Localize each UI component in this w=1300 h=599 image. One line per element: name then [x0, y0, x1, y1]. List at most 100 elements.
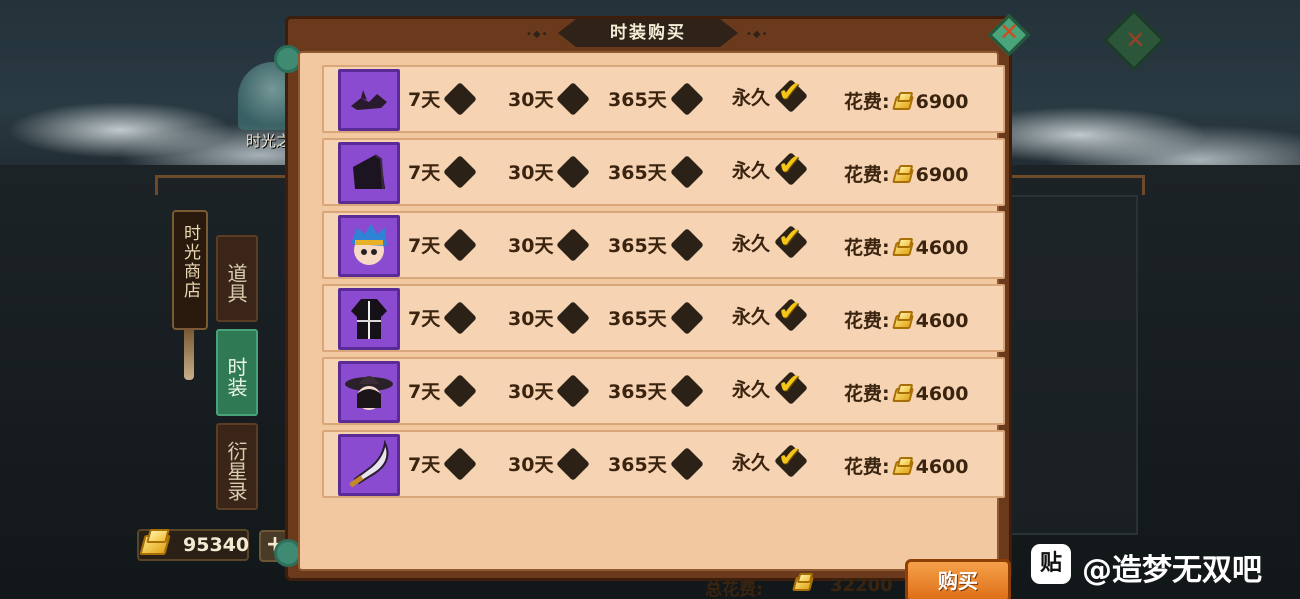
tieba-logo-icon: 贴 — [1031, 544, 1071, 584]
unchecked-diamond-icon — [556, 154, 591, 189]
checked-icon: ✔ — [774, 440, 808, 478]
option-365-days[interactable]: 365天 — [608, 373, 704, 408]
gold-ticket-icon — [891, 383, 914, 406]
option-label: 365天 — [608, 454, 667, 476]
option-365-days[interactable]: 365天 — [608, 154, 704, 189]
unchecked-diamond-icon — [669, 300, 704, 335]
option-label: 30天 — [508, 381, 554, 403]
option-365-days[interactable]: 365天 — [608, 446, 704, 481]
tab-fashion[interactable]: 时装 — [216, 329, 258, 416]
cost-value: 6900 — [915, 91, 969, 113]
total-cost-label: 总花费: — [705, 580, 763, 599]
option-7-days[interactable]: 7天 — [408, 446, 478, 481]
background-shelf-right — [1005, 175, 1145, 195]
unchecked-diamond-icon — [669, 154, 704, 189]
option-7-days[interactable]: 7天 — [408, 154, 478, 189]
gold-ticket-icon — [891, 310, 914, 333]
cost-value: 4600 — [915, 310, 969, 332]
option-label: 365天 — [608, 308, 667, 330]
option-30-days[interactable]: 30天 — [508, 300, 591, 335]
option-365-days[interactable]: 365天 — [608, 81, 704, 116]
option-label: 365天 — [608, 162, 667, 184]
option-label: 30天 — [508, 454, 554, 476]
option-label: 365天 — [608, 89, 667, 111]
unchecked-diamond-icon — [556, 446, 591, 481]
option-permanent[interactable]: 永久 ✔ — [732, 221, 808, 259]
dialog-content: 7天 30天 365天 永久 ✔ 花费: 6900 7天 30天 365天 永久 ✔ … — [298, 51, 1011, 599]
option-7-days[interactable]: 7天 — [408, 373, 478, 408]
checked-icon: ✔ — [774, 148, 808, 186]
buy-button[interactable]: 购买 — [905, 559, 1011, 599]
unchecked-diamond-icon — [556, 300, 591, 335]
option-7-days[interactable]: 7天 — [408, 227, 478, 262]
option-7-days[interactable]: 7天 — [408, 81, 478, 116]
option-label: 30天 — [508, 235, 554, 257]
tassel-decoration — [184, 330, 194, 380]
item-row: 7天 30天 365天 永久 ✔ 花费: 6900 — [322, 138, 1005, 206]
checked-icon: ✔ — [774, 294, 808, 332]
unchecked-diamond-icon — [556, 81, 591, 116]
option-30-days[interactable]: 30天 — [508, 446, 591, 481]
black-robe-icon[interactable] — [338, 288, 400, 350]
item-cost: 花费: 4600 — [844, 379, 969, 406]
option-permanent[interactable]: 永久 ✔ — [732, 294, 808, 332]
close-icon: ✕ — [998, 18, 1020, 46]
unchecked-diamond-icon — [443, 227, 478, 262]
dialog-title: 时装购买 — [610, 23, 686, 43]
dialog-footer: 总花费: 32200 购买 — [310, 555, 1011, 599]
option-365-days[interactable]: 365天 — [608, 300, 704, 335]
straw-hat-head-icon[interactable] — [338, 361, 400, 423]
saber-weapon-icon[interactable] — [338, 434, 400, 496]
ship-item-icon[interactable] — [338, 69, 400, 131]
unchecked-diamond-icon — [443, 300, 478, 335]
cost-label: 花费: — [844, 164, 890, 186]
gold-ticket-icon — [891, 237, 914, 260]
item-cost: 花费: 4600 — [844, 306, 969, 333]
unchecked-diamond-icon — [669, 227, 704, 262]
cloak-item-icon[interactable] — [338, 142, 400, 204]
option-permanent[interactable]: 永久 ✔ — [732, 148, 808, 186]
option-30-days[interactable]: 30天 — [508, 373, 591, 408]
option-365-days[interactable]: 365天 — [608, 227, 704, 262]
cost-value: 4600 — [915, 383, 969, 405]
option-30-days[interactable]: 30天 — [508, 154, 591, 189]
gold-ticket-icon — [891, 91, 914, 114]
option-7-days[interactable]: 7天 — [408, 300, 478, 335]
title-ornament: •◆• — [526, 29, 549, 40]
cost-value: 4600 — [915, 456, 969, 478]
background-shelf-left — [155, 175, 295, 195]
unchecked-diamond-icon — [443, 446, 478, 481]
option-permanent[interactable]: 永久 ✔ — [732, 440, 808, 478]
item-cost: 花费: 4600 — [844, 233, 969, 260]
option-label: 30天 — [508, 162, 554, 184]
cost-label: 花费: — [844, 383, 890, 405]
gold-ticket-icon — [891, 456, 914, 479]
unchecked-diamond-icon — [443, 81, 478, 116]
dialog-title-bar: 时装购买 — [558, 19, 738, 47]
unchecked-diamond-icon — [556, 373, 591, 408]
cost-label: 花费: — [844, 237, 890, 259]
background-right-panel — [1008, 195, 1138, 535]
unchecked-diamond-icon — [669, 81, 704, 116]
option-label: 7天 — [408, 162, 441, 184]
option-label: 7天 — [408, 235, 441, 257]
option-label: 7天 — [408, 89, 441, 111]
blue-hair-head-icon[interactable] — [338, 215, 400, 277]
checked-icon: ✔ — [774, 75, 808, 113]
option-label: 7天 — [408, 308, 441, 330]
option-30-days[interactable]: 30天 — [508, 227, 591, 262]
close-button[interactable]: ✕ — [987, 13, 1031, 57]
option-30-days[interactable]: 30天 — [508, 81, 591, 116]
tab-star-record[interactable]: 衍星录 — [216, 423, 258, 510]
option-permanent[interactable]: 永久 ✔ — [732, 75, 808, 113]
tab-items[interactable]: 道具 — [216, 235, 258, 322]
cost-value: 6900 — [915, 164, 969, 186]
option-label: 7天 — [408, 454, 441, 476]
option-label: 永久 — [732, 232, 771, 255]
gold-ticket-icon — [139, 527, 173, 561]
cost-label: 花费: — [844, 310, 890, 332]
option-label: 永久 — [732, 378, 771, 401]
option-permanent[interactable]: 永久 ✔ — [732, 367, 808, 405]
shop-title: 时光商店 — [180, 224, 200, 300]
shop-sign: 时光商店 — [172, 210, 208, 330]
